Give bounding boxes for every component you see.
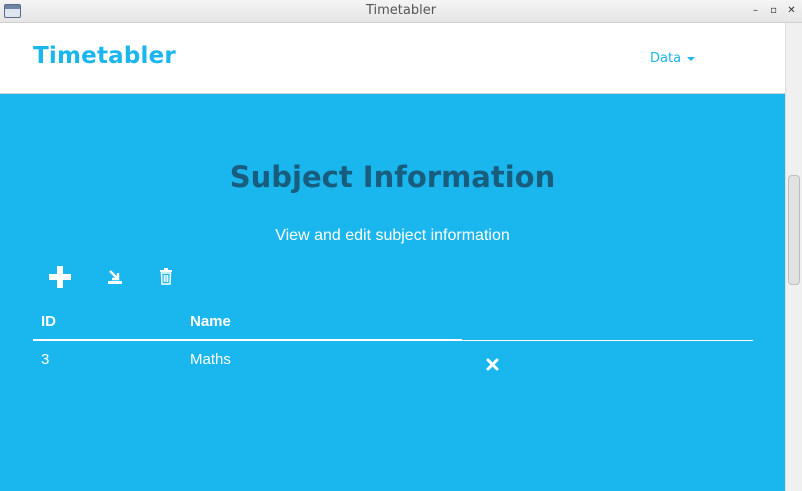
add-button[interactable] [48, 265, 72, 289]
caret-down-icon [687, 56, 696, 61]
export-button[interactable] [107, 269, 123, 285]
column-header-id[interactable]: ID [41, 313, 56, 330]
minimize-button[interactable]: – [751, 4, 760, 18]
window-title: Timetabler [365, 3, 437, 18]
navbar: Timetabler Data [0, 23, 785, 94]
data-menu-label: Data [650, 51, 682, 66]
column-header-name[interactable]: Name [190, 313, 231, 330]
window-controls: – ▫ ✕ [751, 4, 796, 18]
table-header: ID Name [33, 310, 753, 340]
export-icon [108, 270, 122, 284]
add-icon [49, 266, 71, 288]
cell-id: 3 [41, 351, 50, 368]
page-title: Subject Information [229, 160, 556, 194]
table-row[interactable]: 3 Maths [33, 346, 753, 386]
vertical-scrollbar[interactable] [785, 23, 802, 491]
row-delete-button[interactable] [486, 358, 499, 376]
scrollbar-thumb[interactable] [788, 175, 800, 285]
close-icon [486, 358, 499, 371]
page-viewport: Timetabler Data Subject Information View… [0, 23, 785, 491]
header-divider-thin [462, 340, 753, 341]
cell-name[interactable]: Maths [190, 351, 231, 368]
brand-logo[interactable]: Timetabler [33, 43, 176, 69]
maximize-button[interactable]: ▫ [769, 4, 778, 18]
window-titlebar: Timetabler – ▫ ✕ [0, 0, 802, 23]
trash-icon [160, 268, 172, 285]
page-subtitle: View and edit subject information [275, 227, 510, 244]
delete-button[interactable] [159, 268, 173, 285]
close-button[interactable]: ✕ [787, 4, 796, 18]
header-divider [33, 339, 462, 341]
data-menu-dropdown[interactable]: Data [650, 51, 696, 66]
